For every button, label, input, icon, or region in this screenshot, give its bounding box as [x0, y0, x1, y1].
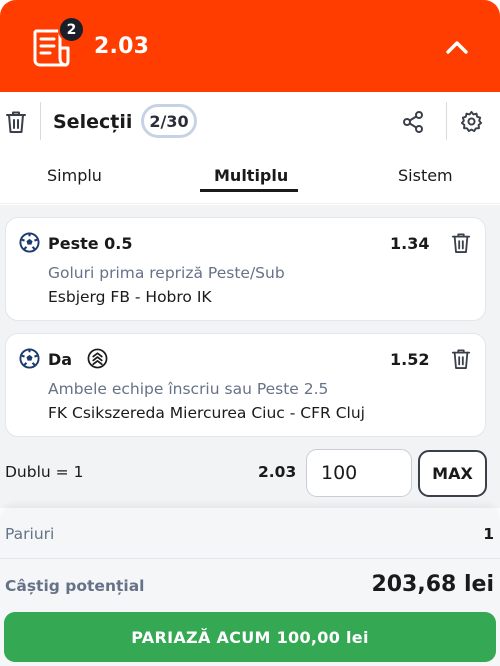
toolbar-divider — [40, 102, 41, 140]
combination-odds: 2.03 — [258, 463, 297, 481]
max-stake-button[interactable]: MAX — [418, 450, 487, 497]
selection-card[interactable]: Peste 0.5 1.34 Goluri prima repriză Pest… — [5, 217, 486, 321]
soccer-ball-icon — [19, 348, 40, 369]
bet-type-tabs: Simplu Multiplu Sistem — [0, 152, 500, 204]
selections-title: Selecții — [53, 111, 133, 133]
selection-match: Esbjerg FB - Hobro IK — [48, 288, 212, 306]
trash-icon[interactable] — [451, 348, 471, 370]
potential-win-label: Câștig potențial — [5, 577, 145, 595]
selections-list: Peste 0.5 1.34 Goluri prima repriză Pest… — [0, 205, 500, 508]
tab-simplu[interactable]: Simplu — [47, 166, 102, 185]
summary-divider — [0, 558, 500, 559]
selection-pick: Peste 0.5 — [48, 234, 133, 253]
selections-toolbar: Selecții 2/30 — [0, 92, 500, 152]
boost-chevrons-icon — [87, 348, 108, 369]
tab-sistem[interactable]: Sistem — [398, 166, 453, 185]
trash-icon[interactable] — [5, 110, 27, 134]
trash-icon[interactable] — [451, 232, 471, 254]
betslip-header[interactable]: 2 2.03 — [0, 0, 500, 92]
bets-label: Pariuri — [5, 525, 55, 543]
chevron-up-icon[interactable] — [440, 32, 474, 62]
gear-icon[interactable] — [460, 110, 483, 133]
selection-odds: 1.52 — [390, 350, 430, 369]
potential-win-value: 203,68 lei — [371, 572, 494, 597]
total-odds: 2.03 — [94, 34, 150, 59]
selection-match: FK Csikszereda Miercurea Ciuc - CFR Cluj — [48, 404, 365, 422]
bets-value: 1 — [483, 525, 494, 543]
share-icon[interactable] — [402, 110, 424, 134]
toolbar-divider — [446, 102, 447, 140]
selection-count-badge: 2 — [58, 16, 85, 43]
selection-odds: 1.34 — [390, 234, 430, 253]
active-tab-indicator — [200, 189, 298, 192]
selection-market: Goluri prima repriză Peste/Sub — [48, 264, 285, 282]
tab-multiplu[interactable]: Multiplu — [214, 166, 288, 185]
combination-label: Dublu = 1 — [5, 463, 84, 481]
selection-card[interactable]: Da 1.52 Ambele echipe înscriu sau Peste … — [5, 333, 486, 437]
selection-pick: Da — [48, 350, 73, 369]
selection-market: Ambele echipe înscriu sau Peste 2.5 — [48, 380, 329, 398]
bet-summary: Pariuri 1 Câștig potențial 203,68 lei PA… — [0, 508, 500, 666]
selections-count-pill: 2/30 — [141, 104, 197, 138]
soccer-ball-icon — [19, 232, 40, 253]
place-bet-button[interactable]: PARIAZĂ ACUM 100,00 lei — [4, 612, 496, 662]
stake-input[interactable]: 100 — [306, 449, 412, 497]
